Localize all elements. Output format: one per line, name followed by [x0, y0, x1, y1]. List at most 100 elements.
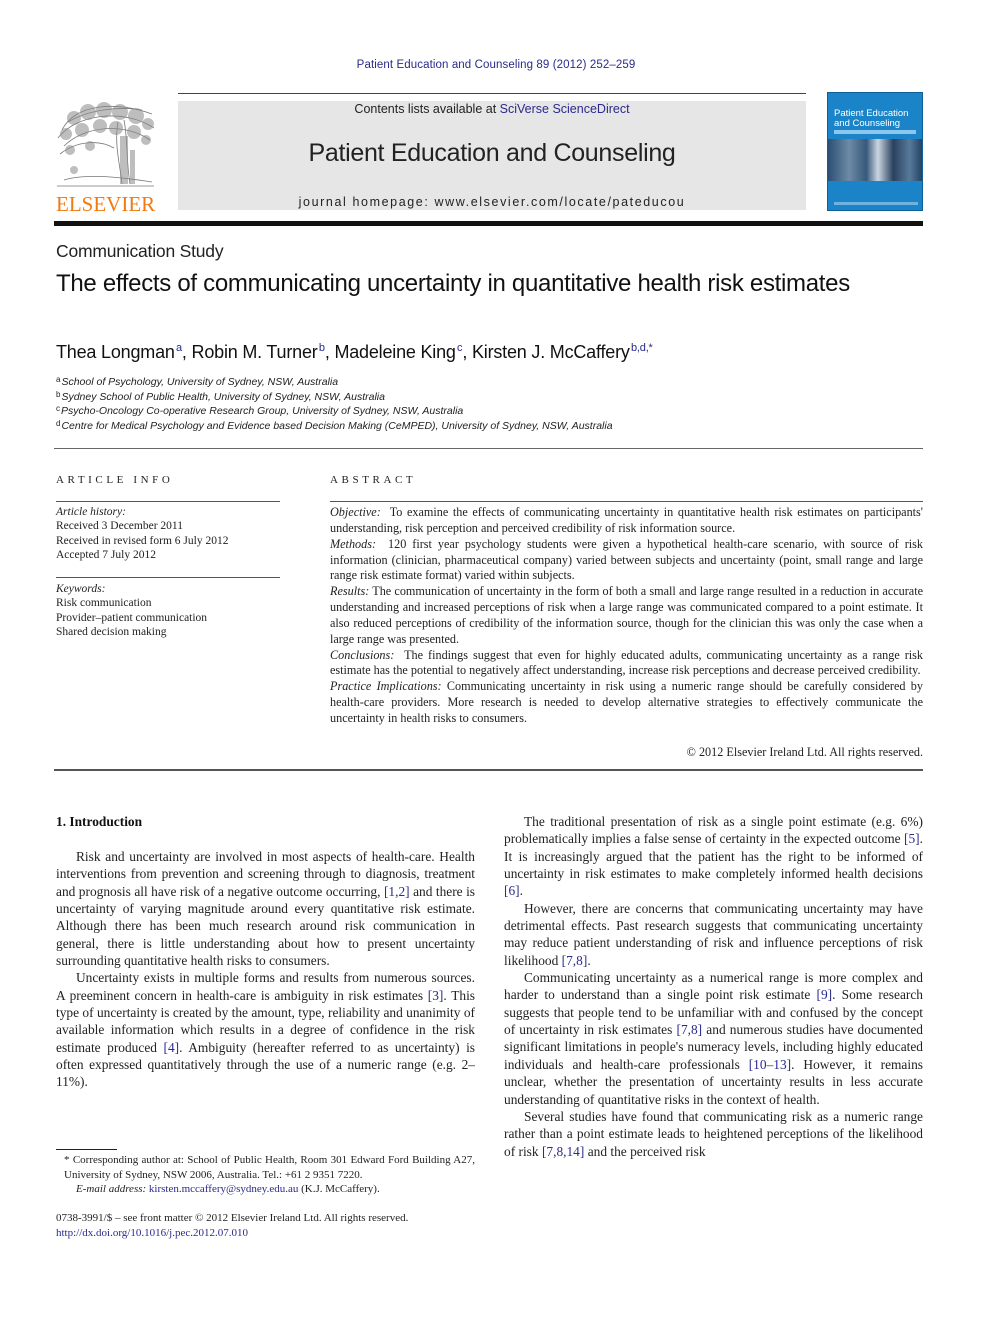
- sciencedirect-link[interactable]: SciVerse ScienceDirect: [500, 102, 630, 116]
- author-list: Thea Longman a, Robin M. Turner b, Madel…: [56, 342, 653, 363]
- email-label: E-mail address:: [76, 1183, 147, 1196]
- email-line: E-mail address: kirsten.mccaffery@sydney…: [56, 1182, 475, 1197]
- author[interactable]: Madeleine King c: [334, 342, 462, 362]
- doi-link[interactable]: http://dx.doi.org/10.1016/j.pec.2012.07.…: [56, 1226, 408, 1241]
- affiliation-text: Psycho-Oncology Co-operative Research Gr…: [61, 405, 464, 417]
- abstract-section-label: Conclusions:: [330, 647, 395, 662]
- body-column-left: Risk and uncertainty are involved in mos…: [56, 848, 475, 1091]
- article-info-heading: ARTICLE INFO: [56, 474, 174, 486]
- front-matter: 0738-3991/$ – see front matter © 2012 El…: [56, 1211, 408, 1242]
- elsevier-logo[interactable]: ELSEVIER: [54, 100, 158, 216]
- abstract-heading: ABSTRACT: [330, 474, 417, 486]
- contents-prefix: Contents lists available at: [354, 102, 500, 116]
- abstract-section-text: The communication of uncertainty in the …: [330, 584, 923, 646]
- header-divider: [178, 93, 806, 94]
- body-text: .: [587, 952, 591, 968]
- affiliation-marker: d: [56, 418, 61, 428]
- elsevier-tree-icon: [57, 102, 155, 187]
- abstract-section-text: 120 first year psychology students were …: [330, 536, 923, 583]
- abstract-section-label: Practice Implications:: [330, 679, 442, 694]
- abstract-section: Objective: To examine the effects of com…: [330, 505, 923, 537]
- affiliation: cPsycho-Oncology Co-operative Research G…: [56, 404, 613, 419]
- author-name: Madeleine King: [334, 342, 456, 362]
- contents-line: Contents lists available at SciVerse Sci…: [178, 102, 806, 116]
- article-history: Article history: Received 3 December 201…: [56, 505, 228, 562]
- corresponding-author-note: * Corresponding author at: School of Pub…: [64, 1154, 475, 1181]
- author[interactable]: Thea Longman a: [56, 342, 182, 362]
- keywords-label: Keywords:: [56, 583, 106, 595]
- author-separator: ,: [462, 342, 472, 362]
- abstract-divider: [330, 501, 923, 502]
- journal-cover-image[interactable]: Patient Education and Counseling: [827, 92, 923, 211]
- citation-link[interactable]: [9]: [816, 987, 832, 1002]
- keyword: Risk communication: [56, 597, 152, 610]
- citation-link[interactable]: [7,8,14]: [542, 1144, 584, 1159]
- author[interactable]: Kirsten J. McCaffery b,d,*: [472, 342, 653, 362]
- body-paragraph: Several studies have found that communic…: [504, 1108, 923, 1160]
- footnote-divider: [56, 1149, 117, 1150]
- citation-link[interactable]: [5]: [904, 831, 920, 846]
- abstract-section: Practice Implications: Communicating unc…: [330, 679, 923, 727]
- citation-link[interactable]: [6]: [504, 883, 520, 898]
- abstract-section-label: Objective:: [330, 505, 381, 519]
- affiliation-text: Centre for Medical Psychology and Eviden…: [61, 419, 613, 432]
- body-paragraph: However, there are concerns that communi…: [504, 900, 923, 969]
- abstract-section-text: The findings suggest that even for highl…: [330, 647, 924, 678]
- author-name: Kirsten J. McCaffery: [471, 342, 630, 362]
- article-title: The effects of communicating uncertainty…: [56, 270, 850, 297]
- affiliation-text: School of Psychology, University of Sydn…: [61, 376, 339, 388]
- section-heading-introduction: 1. Introduction: [56, 814, 143, 829]
- corresponding-author-footnote: * Corresponding author at: School of Pub…: [56, 1153, 475, 1197]
- abstract-section-text: To examine the effects of communicating …: [330, 505, 923, 535]
- author-name: Robin M. Turner: [191, 342, 318, 362]
- keywords-divider: [56, 577, 280, 578]
- journal-reference[interactable]: Patient Education and Counseling 89 (201…: [0, 59, 992, 71]
- citation-link[interactable]: [4]: [164, 1040, 180, 1055]
- body-paragraph: Risk and uncertainty are involved in mos…: [56, 848, 475, 969]
- abstract-section: Methods: 120 first year psychology stude…: [330, 537, 923, 585]
- article-history-label: Article history:: [56, 506, 126, 518]
- cover-title: Patient Education and Counseling: [834, 109, 908, 129]
- affiliation: aSchool of Psychology, University of Syd…: [56, 375, 613, 390]
- body-text: Uncertainty exists in multiple forms and…: [56, 970, 475, 1003]
- cover-photo-strip: [828, 139, 922, 181]
- citation-link[interactable]: [3]: [428, 988, 444, 1003]
- body-text: The traditional presentation of risk as …: [504, 814, 923, 847]
- body-paragraph: The traditional presentation of risk as …: [504, 813, 923, 900]
- author[interactable]: Robin M. Turner b: [192, 342, 325, 362]
- elsevier-wordmark: ELSEVIER: [56, 192, 156, 216]
- abstract-copyright: © 2012 Elsevier Ireland Ltd. All rights …: [686, 745, 923, 759]
- title-divider: [54, 448, 923, 449]
- body-text: and the perceived risk: [584, 1143, 706, 1159]
- header-thick-divider: [54, 221, 923, 226]
- abstract-section-label: Methods:: [330, 536, 377, 551]
- issn-line: 0738-3991/$ – see front matter © 2012 El…: [56, 1212, 409, 1224]
- body-text: .: [519, 883, 523, 899]
- email-suffix: (K.J. McCaffery).: [298, 1183, 380, 1196]
- affiliation-list: aSchool of Psychology, University of Syd…: [56, 375, 613, 433]
- affiliation-marker: b: [56, 389, 61, 399]
- author-name: Thea Longman: [56, 342, 175, 362]
- email-link[interactable]: kirsten.mccaffery@sydney.edu.au: [149, 1183, 298, 1195]
- citation-link[interactable]: [7,8]: [562, 953, 588, 968]
- affiliation-text: Sydney School of Public Health, Universi…: [61, 390, 385, 403]
- history-item: Accepted 7 July 2012: [56, 548, 156, 561]
- keywords: Keywords: Risk communication Provider–pa…: [56, 582, 207, 639]
- abstract-section-label: Results:: [330, 584, 370, 599]
- affiliation: bSydney School of Public Health, Univers…: [56, 390, 613, 405]
- abstract-body: Objective: To examine the effects of com…: [330, 505, 923, 727]
- journal-homepage-link[interactable]: journal homepage: www.elsevier.com/locat…: [178, 195, 806, 209]
- citation-link[interactable]: [7,8]: [676, 1022, 702, 1037]
- author-affiliation-link[interactable]: b,d,*: [631, 342, 653, 354]
- body-paragraph: Uncertainty exists in multiple forms and…: [56, 969, 475, 1090]
- journal-title: Patient Education and Counseling: [308, 139, 676, 167]
- history-item: Received 3 December 2011: [56, 520, 183, 533]
- citation-link[interactable]: [1,2]: [384, 884, 410, 899]
- author-separator: ,: [324, 342, 335, 362]
- abstract-section: Conclusions: The findings suggest that e…: [330, 648, 923, 680]
- article-section-type: Communication Study: [56, 241, 224, 261]
- journal-banner: Contents lists available at SciVerse Sci…: [178, 101, 806, 210]
- citation-link[interactable]: [10–13]: [749, 1057, 791, 1072]
- abstract-bottom-divider: [54, 769, 923, 771]
- body-column-right: The traditional presentation of risk as …: [504, 813, 923, 1160]
